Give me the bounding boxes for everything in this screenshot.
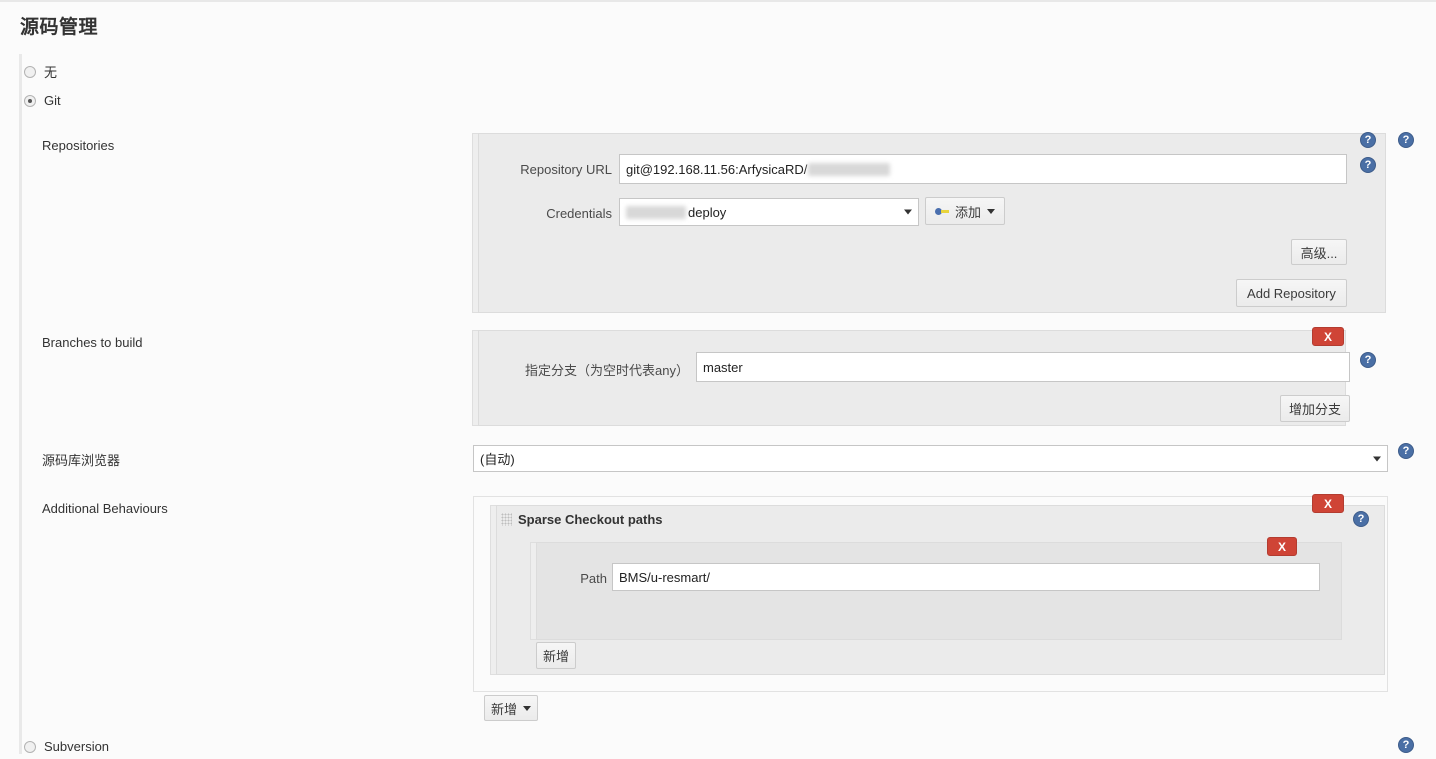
add-credentials-button[interactable]: 添加 [925, 197, 1005, 225]
branch-specifier-value: master [703, 359, 743, 375]
repositories-section-label: Repositories [42, 138, 115, 153]
delete-behaviour-button[interactable]: X [1312, 494, 1344, 513]
page-title: 源码管理 [20, 17, 99, 38]
repository-url-field-help-icon[interactable]: ? [1360, 157, 1376, 173]
advanced-button-label: 高级... [1300, 245, 1338, 261]
branch-specifier-help-icon[interactable]: ? [1360, 352, 1376, 368]
chevron-down-icon [1373, 456, 1381, 461]
scm-configuration-page: 源码管理 无 Git Repositories Repository URL g… [0, 0, 1436, 759]
add-behaviour-button-label: 新增 [491, 701, 518, 717]
repository-url-help-icon[interactable]: ? [1360, 132, 1376, 148]
left-rail-divider [19, 54, 22, 754]
add-repository-button-label: Add Repository [1247, 285, 1336, 301]
key-icon [935, 205, 949, 217]
path-label: Path [580, 571, 607, 586]
chevron-down-icon [523, 705, 532, 711]
repo-browser-help-icon[interactable]: ? [1398, 443, 1414, 459]
repo-browser-select[interactable]: (自动) [473, 445, 1388, 472]
path-entry-panel: Path BMS/u-resmart/ [536, 542, 1342, 640]
additional-behaviours-section-label: Additional Behaviours [42, 501, 168, 516]
drag-handle-icon[interactable] [501, 513, 512, 526]
add-repository-button[interactable]: Add Repository [1236, 279, 1347, 307]
repository-url-redaction [808, 162, 891, 176]
credentials-select[interactable]: deploy [619, 198, 919, 226]
chevron-down-icon [987, 208, 996, 214]
repository-url-label: Repository URL [520, 162, 612, 177]
chevron-down-icon [904, 209, 912, 215]
delete-path-button[interactable]: X [1267, 537, 1297, 556]
path-input[interactable]: BMS/u-resmart/ [612, 563, 1320, 591]
repository-url-value: git@192.168.11.56:ArfysicaRD/ [626, 161, 808, 177]
add-branch-button[interactable]: 增加分支 [1280, 395, 1350, 422]
scm-option-none-label: 无 [44, 65, 58, 80]
credentials-redaction [626, 205, 686, 219]
scm-option-git[interactable]: Git [24, 93, 61, 108]
add-behaviour-button[interactable]: 新增 [484, 695, 538, 721]
add-branch-button-label: 增加分支 [1289, 402, 1342, 417]
behaviour-title: Sparse Checkout paths [518, 512, 663, 527]
repositories-panel: Repository URL git@192.168.11.56:Arfysic… [478, 133, 1386, 313]
branch-specifier-label: 指定分支（为空时代表any） [525, 363, 689, 378]
delete-branch-button[interactable]: X [1312, 327, 1344, 346]
branches-panel: 指定分支（为空时代表any） master 增加分支 [478, 330, 1350, 426]
sparse-checkout-behaviour-panel: Sparse Checkout paths Path BMS/u-resmart… [496, 505, 1385, 675]
credentials-value: deploy [688, 204, 727, 220]
behaviour-help-icon[interactable]: ? [1353, 511, 1369, 527]
repositories-section-help-icon[interactable]: ? [1398, 132, 1414, 148]
credentials-label: Credentials [546, 206, 612, 221]
repo-browser-label: 源码库浏览器 [42, 453, 121, 468]
branches-section-label: Branches to build [42, 335, 143, 350]
radio-none[interactable] [24, 65, 36, 78]
advanced-button[interactable]: 高级... [1291, 239, 1347, 265]
radio-git[interactable] [24, 94, 36, 107]
repo-browser-value: (自动) [480, 452, 515, 467]
radio-subversion[interactable] [24, 740, 36, 753]
subversion-help-icon[interactable]: ? [1398, 737, 1414, 753]
add-path-button-label: 新增 [543, 649, 570, 664]
branch-specifier-input[interactable]: master [696, 352, 1350, 382]
scm-option-subversion[interactable]: Subversion [24, 739, 109, 754]
scm-option-git-label: Git [44, 93, 61, 108]
add-path-button[interactable]: 新增 [536, 642, 576, 669]
path-value: BMS/u-resmart/ [619, 569, 711, 585]
scm-option-subversion-label: Subversion [44, 739, 110, 754]
repository-url-input[interactable]: git@192.168.11.56:ArfysicaRD/ [619, 154, 1347, 184]
scm-option-none[interactable]: 无 [24, 62, 57, 81]
add-credentials-label: 添加 [955, 204, 982, 220]
